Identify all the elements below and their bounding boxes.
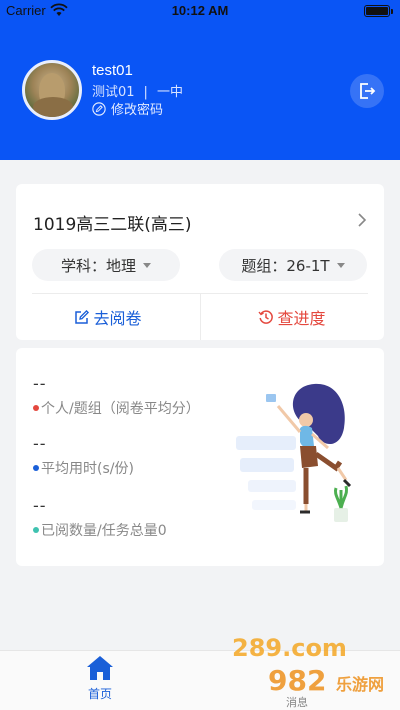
edit-square-icon — [75, 309, 90, 324]
watermark-line1: 289.com — [232, 634, 347, 662]
red-dot — [33, 405, 39, 411]
check-progress-button[interactable]: 查进度 — [200, 294, 384, 340]
stat-label: 已阅数量/任务总量0 — [41, 523, 167, 539]
stat-label: 个人/题组（阅卷平均分） — [41, 401, 200, 417]
group-label: 题组：26-1T — [241, 256, 330, 275]
stats-card: -- 个人/题组（阅卷平均分） -- 平均用时(s/份) -- 已阅数量/任务总… — [16, 348, 384, 566]
user-subinfo: 测试01 | 一中 — [92, 81, 183, 100]
question-group-selector[interactable]: 题组：26-1T — [219, 249, 367, 281]
watermark-line4: 消息 — [286, 695, 308, 709]
avatar[interactable] — [22, 60, 82, 120]
stat-average-score: -- 个人/题组（阅卷平均分） — [33, 374, 200, 418]
stat-label: 平均用时(s/份) — [41, 461, 134, 477]
stat-value: -- — [33, 374, 47, 393]
home-icon — [87, 656, 113, 680]
subject-label: 学科：地理 — [60, 256, 136, 275]
school-name: 一中 — [156, 85, 183, 100]
separator: | — [143, 85, 148, 100]
woman-illustration — [236, 383, 352, 522]
stat-read-count: -- 已阅数量/任务总量0 — [33, 496, 167, 540]
check-progress-label: 查进度 — [277, 309, 326, 328]
caret-down-icon — [336, 262, 345, 268]
battery-icon — [364, 5, 393, 17]
caret-down-icon — [143, 262, 151, 268]
exam-card: 1019高三二联(高三) 学科：地理 题组：26-1T 去阅卷 查进度 — [16, 184, 384, 340]
teal-dot — [33, 527, 39, 533]
blue-dot — [33, 465, 39, 471]
logout-icon — [360, 83, 376, 99]
status-bar: Carrier 10:12 AM — [0, 0, 400, 22]
change-password-link[interactable]: 修改密码 — [92, 99, 163, 118]
subject-selector[interactable]: 学科：地理 — [32, 249, 180, 281]
username: test01 — [92, 62, 133, 79]
change-password-label: 修改密码 — [111, 103, 164, 118]
watermark-line3: 乐游网 — [336, 675, 384, 694]
profile-header: Carrier 10:12 AM test01 测试01 | 一中 修改密码 — [0, 0, 400, 160]
exam-title[interactable]: 1019高三二联(高三) — [33, 210, 192, 235]
watermark-line2: 982 — [268, 664, 326, 697]
tab-home-label: 首页 — [87, 687, 112, 701]
edit-icon — [92, 101, 106, 116]
tab-home[interactable]: 首页 — [70, 655, 130, 707]
logout-button[interactable] — [350, 74, 384, 108]
stat-average-time: -- 平均用时(s/份) — [33, 434, 134, 478]
user-display-name: 测试01 — [92, 85, 135, 100]
clock: 10:12 AM — [171, 3, 229, 18]
stat-value: -- — [33, 496, 47, 515]
go-grading-button[interactable]: 去阅卷 — [16, 294, 200, 340]
stat-value: -- — [33, 434, 47, 453]
site-watermark: 289.com 982 乐游网 消息 — [232, 634, 384, 709]
history-clock-icon — [258, 310, 274, 324]
go-grading-label: 去阅卷 — [93, 309, 142, 328]
chevron-right-icon[interactable] — [356, 212, 368, 228]
